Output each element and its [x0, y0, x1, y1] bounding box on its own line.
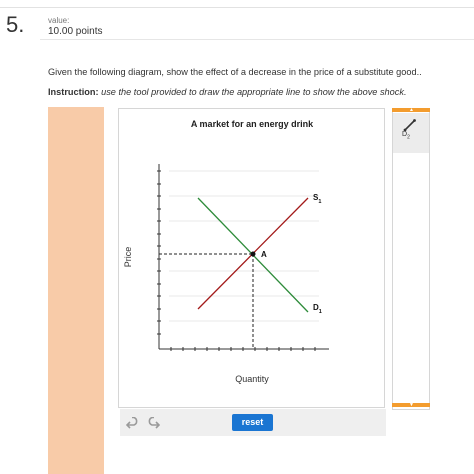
graph-title: A market for an energy drink: [191, 119, 314, 129]
y-axis: [157, 164, 161, 349]
drawing-tool-panel: [392, 108, 430, 410]
y-axis-label: Price: [123, 247, 133, 268]
question-number: 5.: [6, 12, 25, 37]
left-side-panel: [48, 107, 104, 474]
supply-label: S1: [313, 193, 321, 205]
question-text: Given the following diagram, show the ef…: [48, 67, 422, 77]
graph-area[interactable]: A market for an energy drink Price Quant…: [118, 108, 385, 408]
supply-label-subscript: 1: [318, 199, 321, 205]
redo-icon[interactable]: [146, 416, 161, 429]
equilibrium-label: A: [261, 250, 267, 259]
pencil-line-icon[interactable]: [403, 118, 417, 132]
graph-svg[interactable]: A market for an energy drink Price Quant…: [119, 109, 384, 407]
demand-label-subscript: 1: [319, 309, 322, 315]
top-divider: [0, 7, 474, 8]
demand-label: D1: [313, 303, 322, 315]
tool-d2-label-subscript: 2: [407, 134, 410, 141]
undo-icon[interactable]: [125, 416, 140, 429]
x-axis-label: Quantity: [235, 374, 269, 384]
value-points: 10.00 points: [48, 26, 103, 37]
instruction-body: use the tool provided to draw the approp…: [101, 87, 407, 97]
tool-d2-label: D2: [402, 131, 410, 140]
value-label: value:: [48, 16, 70, 25]
x-axis: [159, 347, 329, 351]
reset-button[interactable]: reset: [232, 414, 273, 431]
caret-down-icon[interactable]: ▼: [409, 402, 414, 408]
header-divider: [40, 39, 474, 40]
instruction-text: Instruction: use the tool provided to dr…: [48, 87, 407, 97]
instruction-label: Instruction:: [48, 87, 99, 97]
equilibrium-point: [250, 251, 256, 257]
